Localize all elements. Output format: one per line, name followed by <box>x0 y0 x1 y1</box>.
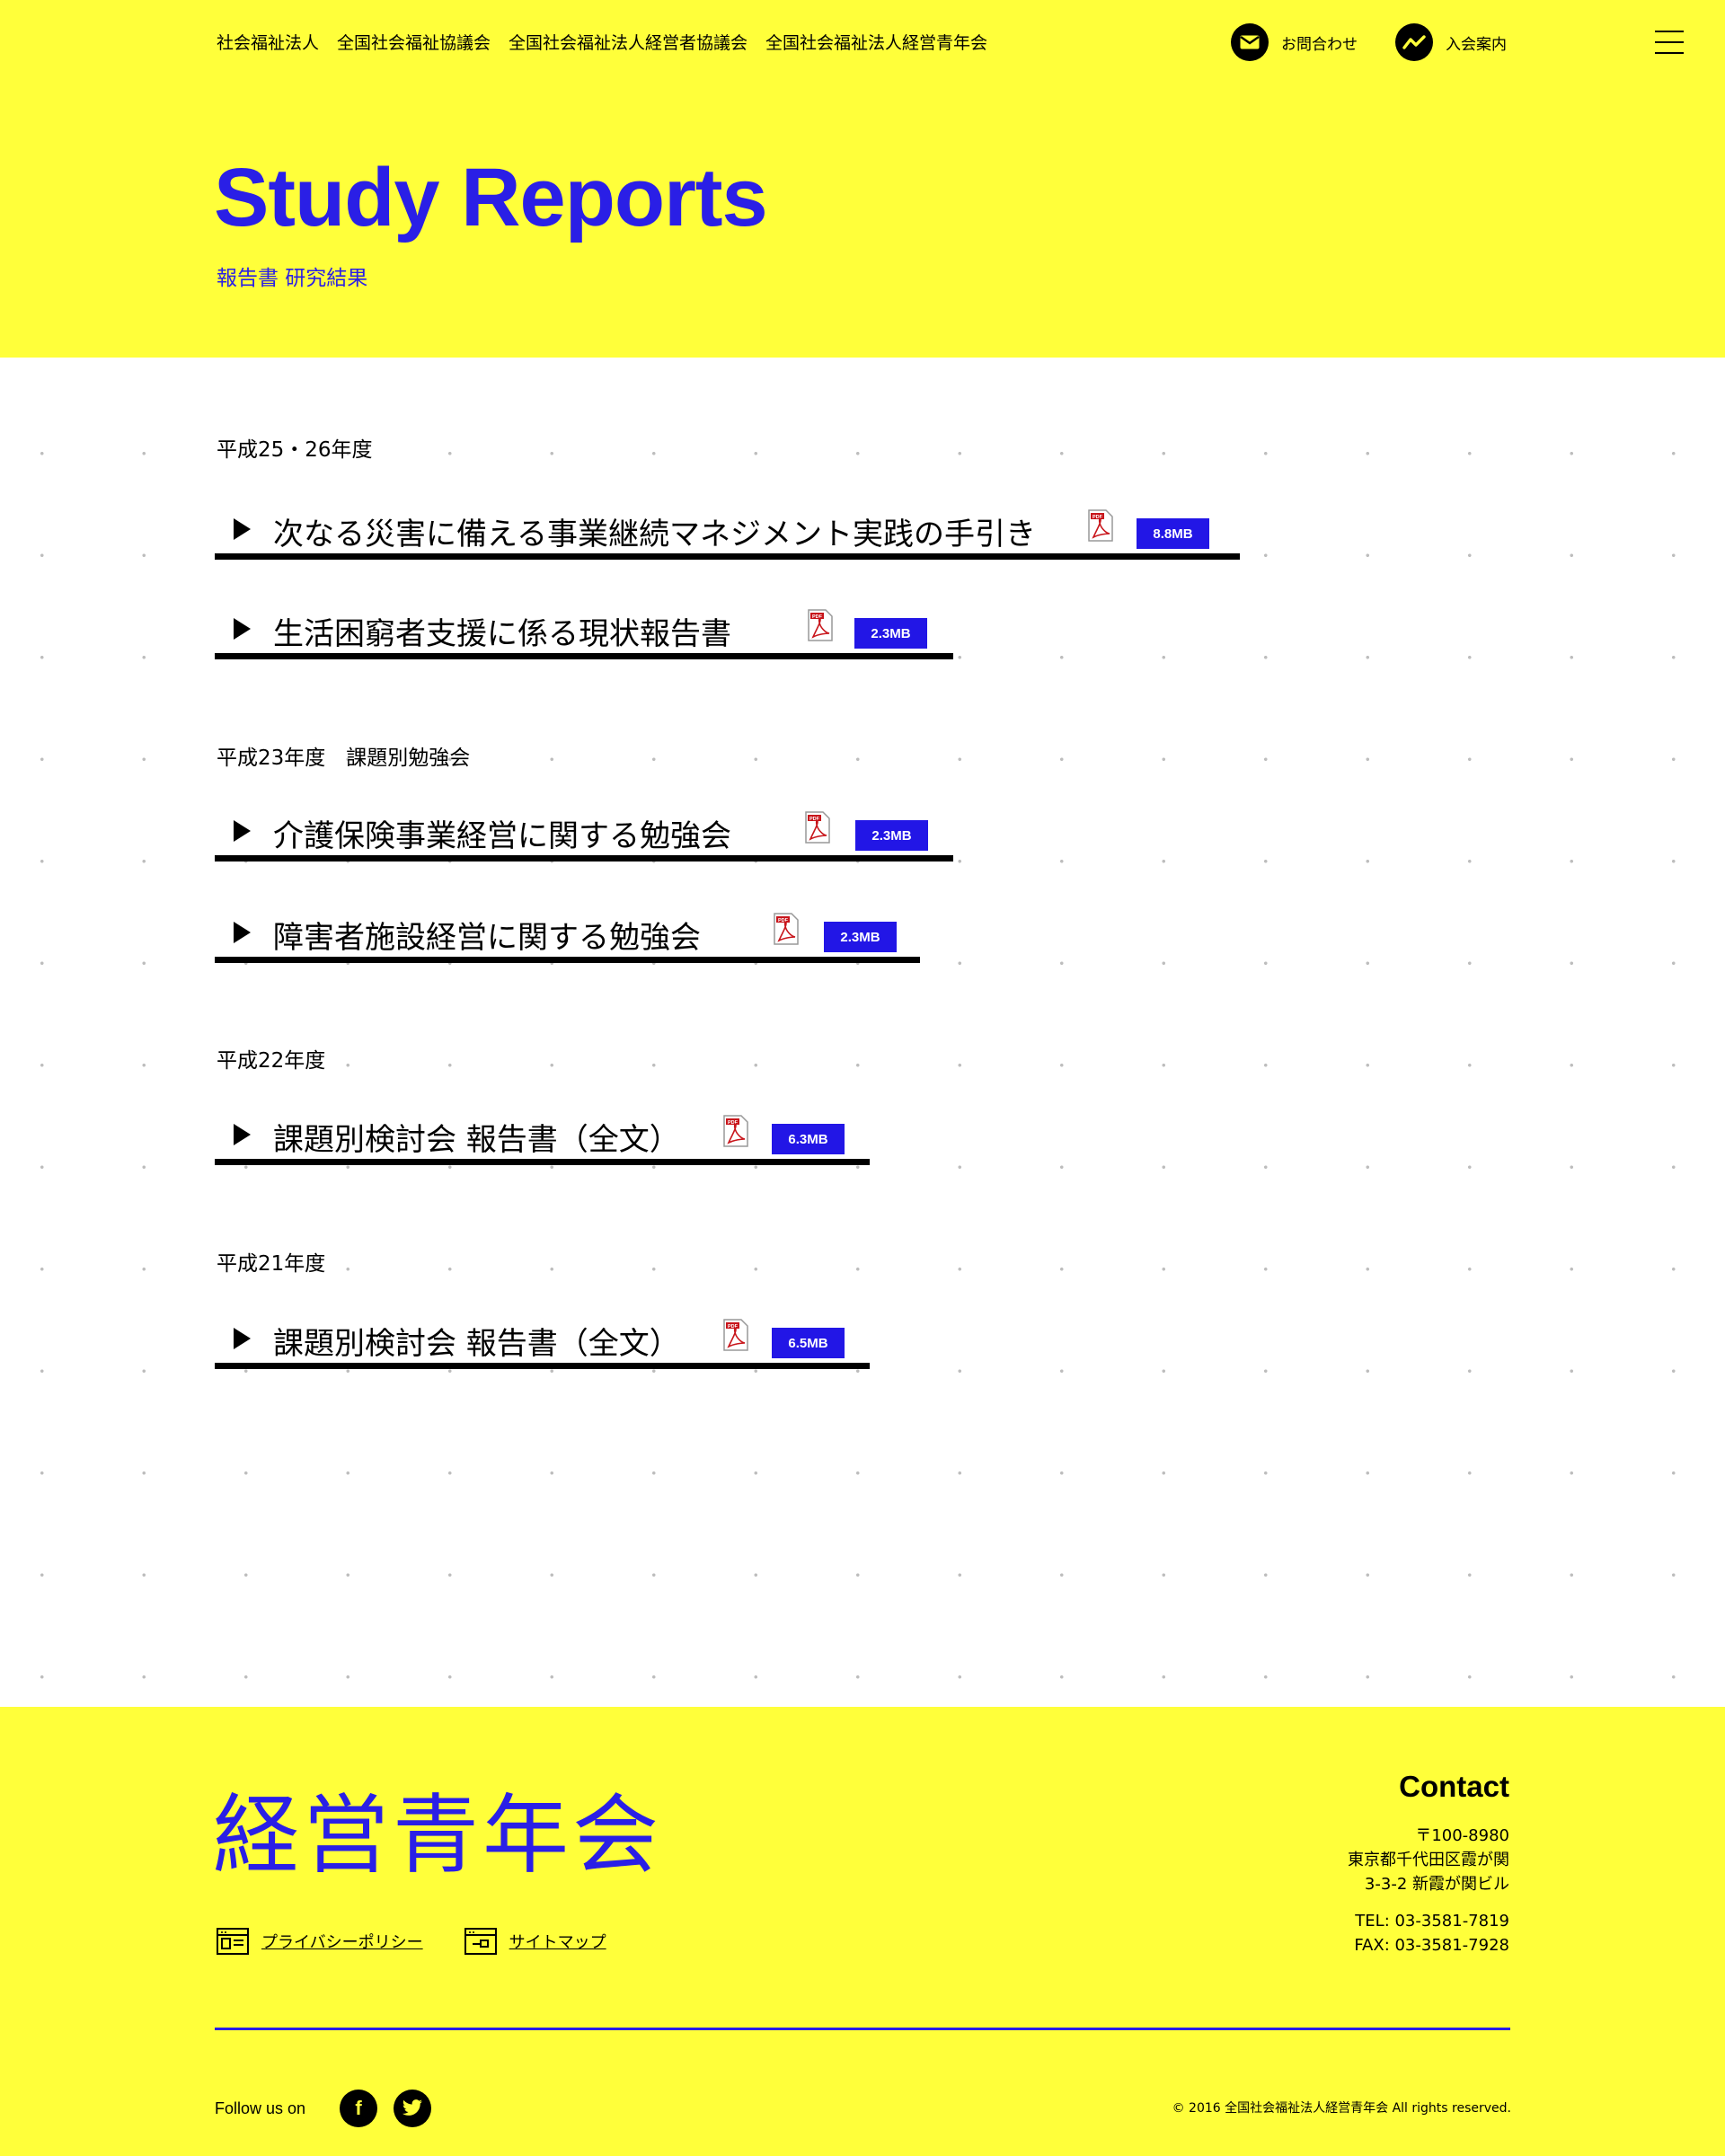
pdf-icon: PDF <box>808 609 833 641</box>
pdf-label: PDF <box>812 614 823 620</box>
pdf-label: PDF <box>1092 515 1103 520</box>
join-link[interactable]: 入会案内 <box>1395 23 1507 61</box>
contact-block: Contact 〒100-8980 東京都千代田区霞が関 3-3-2 新霞が関ビ… <box>1348 1770 1509 1957</box>
copyright-text: © 2016 全国社会福祉法人経営青年会 All rights reserved… <box>1172 2101 1511 2116</box>
footer-logo[interactable]: 経営青年会 <box>213 1765 662 1890</box>
play-triangle-icon <box>234 518 251 540</box>
address-line-1: 東京都千代田区霞が関 <box>1348 1851 1509 1869</box>
file-size-badge: 6.3MB <box>772 1124 845 1154</box>
top-link-zenkoku-shakyo[interactable]: 全国社会福祉協議会 <box>337 30 491 54</box>
sitemap-icon <box>464 1928 497 1955</box>
report-item[interactable]: 介護保険事業経営に関する勉強会 PDF 2.3MB <box>215 795 953 862</box>
site-footer: 経営青年会 プライバシーポリシー サイトマップ Contact 〒100-898… <box>0 1707 1725 2156</box>
report-item[interactable]: 課題別検討会 報告書（全文） PDF 6.3MB <box>215 1099 870 1165</box>
mail-icon <box>1231 23 1269 61</box>
report-item[interactable]: 課題別検討会 報告書（全文） PDF 6.5MB <box>215 1303 870 1369</box>
pdf-label: PDF <box>809 817 820 822</box>
file-size-badge: 6.5MB <box>772 1328 845 1358</box>
footer-divider <box>215 2028 1510 2030</box>
pdf-icon: PDF <box>774 913 799 945</box>
file-size-badge: 8.8MB <box>1137 518 1209 549</box>
contact-heading: Contact <box>1399 1770 1509 1803</box>
year-heading: 平成22年度 <box>217 1049 326 1073</box>
report-title: 障害者施設経営に関する勉強会 <box>273 920 701 956</box>
pdf-label: PDF <box>778 918 789 923</box>
postal-code: 〒100-8980 <box>1415 1826 1509 1845</box>
top-nav: 社会福祉法人 全国社会福祉協議会 全国社会福祉法人経営者協議会 全国社会福祉法人… <box>217 30 987 54</box>
facebook-icon[interactable]: f <box>340 2090 378 2127</box>
pdf-icon: PDF <box>1088 509 1113 542</box>
tel-number: TEL: 03-3581-7819 <box>1355 1912 1509 1931</box>
pdf-label: PDF <box>728 1120 739 1126</box>
play-triangle-icon <box>234 820 251 842</box>
report-item[interactable]: 次なる災害に備える事業継続マネジメント実践の手引き PDF 8.8MB <box>215 493 1240 560</box>
report-title: 介護保険事業経営に関する勉強会 <box>273 818 731 854</box>
top-link-shakai-fukushi-hojin[interactable]: 社会福祉法人 <box>217 30 319 54</box>
year-heading: 平成25・26年度 <box>217 438 373 462</box>
report-title: 次なる災害に備える事業継続マネジメント実践の手引き <box>273 517 1036 552</box>
browser-window-icon <box>217 1928 249 1955</box>
privacy-policy-link[interactable]: プライバシーポリシー <box>217 1928 423 1955</box>
reports-main: 平成25・26年度 次なる災害に備える事業継続マネジメント実践の手引き PDF … <box>0 358 1725 1707</box>
page-title: Study Reports <box>214 152 768 243</box>
join-label: 入会案内 <box>1446 35 1507 54</box>
top-link-keiei-seinenkai[interactable]: 全国社会福祉法人経営青年会 <box>765 30 987 54</box>
play-triangle-icon <box>234 618 251 640</box>
follow-label: Follow us on <box>215 2099 306 2117</box>
contact-label: お問合わせ <box>1281 35 1358 54</box>
social-follow: Follow us on f <box>215 2090 447 2127</box>
play-triangle-icon <box>234 1124 251 1145</box>
report-title: 課題別検討会 報告書（全文） <box>273 1122 680 1158</box>
year-heading: 平成23年度 課題別勉強会 <box>217 747 471 770</box>
sitemap-link[interactable]: サイトマップ <box>464 1928 606 1955</box>
pdf-icon: PDF <box>723 1115 748 1147</box>
file-size-badge: 2.3MB <box>854 618 927 649</box>
sitemap-label[interactable]: サイトマップ <box>509 1930 606 1953</box>
site-header: 社会福祉法人 全国社会福祉協議会 全国社会福祉法人経営者協議会 全国社会福祉法人… <box>0 0 1725 358</box>
footer-links: プライバシーポリシー サイトマップ <box>217 1928 606 1955</box>
chart-line-icon <box>1395 23 1433 61</box>
fax-number: FAX: 03-3581-7928 <box>1354 1936 1509 1955</box>
top-link-keieisha-kyogikai[interactable]: 全国社会福祉法人経営者協議会 <box>509 30 748 54</box>
privacy-policy-label[interactable]: プライバシーポリシー <box>261 1930 423 1953</box>
file-size-badge: 2.3MB <box>824 922 897 952</box>
pdf-label: PDF <box>728 1324 739 1330</box>
report-item[interactable]: 生活困窮者支援に係る現状報告書 PDF 2.3MB <box>215 593 953 659</box>
file-size-badge: 2.3MB <box>855 820 928 851</box>
hamburger-menu-icon[interactable] <box>1655 31 1684 54</box>
pdf-icon: PDF <box>723 1319 748 1351</box>
play-triangle-icon <box>234 922 251 943</box>
address-line-2: 3-3-2 新霞が関ビル <box>1364 1875 1509 1894</box>
report-title: 生活困窮者支援に係る現状報告書 <box>273 616 731 652</box>
report-item[interactable]: 障害者施設経営に関する勉強会 PDF 2.3MB <box>215 897 920 963</box>
play-triangle-icon <box>234 1328 251 1349</box>
report-title: 課題別検討会 報告書（全文） <box>273 1326 680 1362</box>
twitter-icon[interactable] <box>394 2090 432 2127</box>
contact-link[interactable]: お問合わせ <box>1231 23 1358 61</box>
year-heading: 平成21年度 <box>217 1252 326 1276</box>
pdf-icon: PDF <box>805 811 830 844</box>
page-subtitle: 報告書 研究結果 <box>217 267 368 290</box>
